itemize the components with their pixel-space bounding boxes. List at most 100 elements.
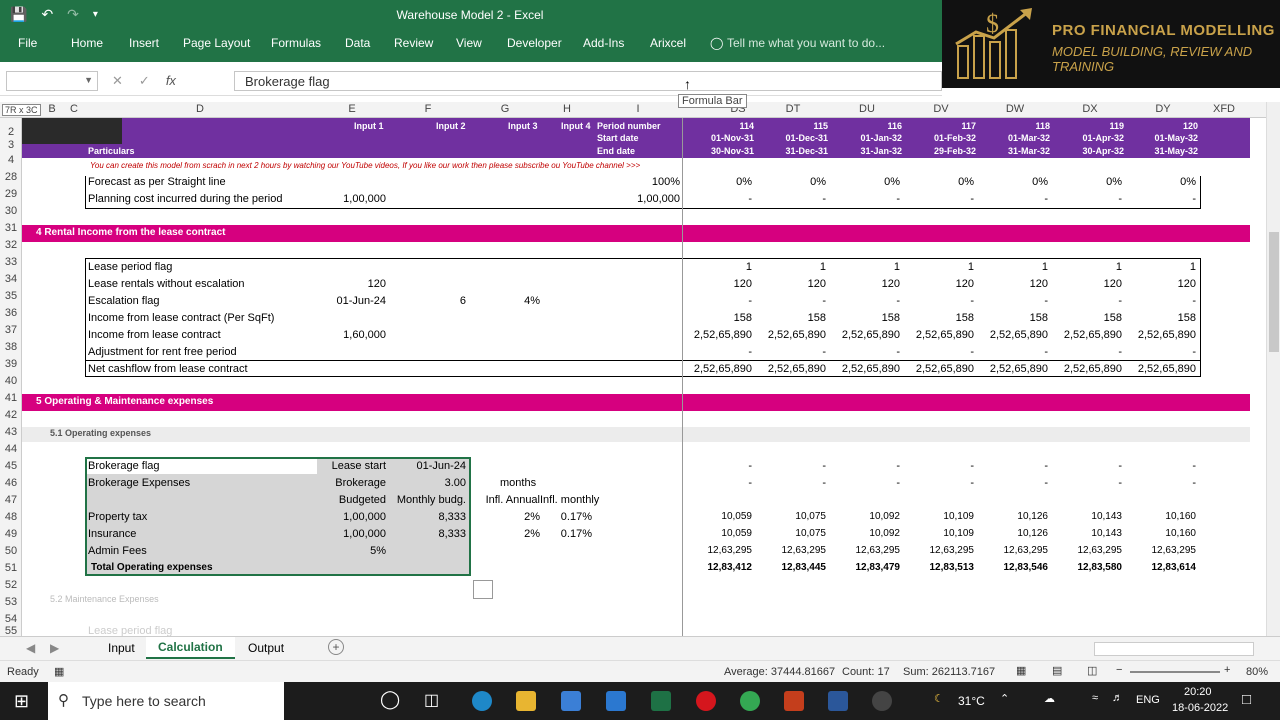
row-header[interactable]: 32	[0, 239, 22, 251]
timeline-cell[interactable]: 1	[674, 261, 752, 273]
row-header[interactable]: 45	[0, 460, 22, 472]
timeline-cell[interactable]: 158	[1044, 312, 1122, 324]
column-header-dy[interactable]: DY	[1133, 103, 1193, 115]
timeline-cell[interactable]: 10,075	[748, 528, 826, 539]
tab-addins[interactable]: Add-Ins	[583, 34, 624, 52]
timeline-cell[interactable]: 12,63,295	[1044, 545, 1123, 556]
sheet-tab-output[interactable]: Output	[236, 641, 296, 655]
timeline-cell[interactable]: -	[1118, 193, 1196, 205]
timeline-cell[interactable]: 0%	[674, 176, 752, 188]
tab-developer[interactable]: Developer	[507, 34, 562, 52]
tab-page-layout[interactable]: Page Layout	[183, 34, 250, 52]
row-label[interactable]: Lease rentals without escalation	[88, 278, 245, 290]
column-header-e[interactable]: E	[317, 103, 387, 115]
row-header[interactable]: 53	[0, 596, 22, 608]
input1-cell[interactable]: 1,00,000	[310, 528, 386, 540]
timeline-cell[interactable]: 10,092	[822, 528, 900, 539]
zoom-out-icon[interactable]: −	[1116, 664, 1122, 676]
row-header[interactable]: 31	[0, 222, 22, 234]
volume-icon[interactable]: ♬	[1112, 692, 1123, 704]
language-indicator[interactable]: ENG	[1136, 694, 1160, 706]
zoom-slider[interactable]	[1130, 671, 1220, 673]
row-header[interactable]: 44	[0, 443, 22, 455]
timeline-cell[interactable]: -	[1118, 346, 1196, 358]
timeline-cell[interactable]: -	[748, 460, 826, 472]
onedrive-icon[interactable]: ☁	[1044, 692, 1055, 705]
timeline-cell[interactable]: 10,143	[1044, 528, 1122, 539]
timeline-cell[interactable]: -	[896, 460, 974, 472]
timeline-cell[interactable]: 0%	[748, 176, 826, 188]
timeline-cell[interactable]: 2,52,65,890	[822, 363, 900, 375]
column-header-dt[interactable]: DT	[763, 103, 823, 115]
period-col-cell[interactable]: 100%	[600, 176, 680, 188]
row-header[interactable]: 4	[0, 154, 22, 166]
input1-cell[interactable]: Lease start	[310, 460, 386, 472]
timeline-cell[interactable]: 2,52,65,890	[970, 329, 1048, 341]
timeline-cell[interactable]: -	[822, 295, 900, 307]
input1-cell[interactable]: 1,00,000	[310, 511, 386, 523]
row-header[interactable]: 50	[0, 545, 22, 557]
column-header-dw[interactable]: DW	[985, 103, 1045, 115]
row-label[interactable]: Net cashflow from lease contract	[88, 363, 248, 375]
timeline-cell[interactable]: -	[1044, 193, 1122, 205]
timeline-cell[interactable]: 1	[896, 261, 974, 273]
timeline-cell[interactable]: 2,52,65,890	[896, 329, 974, 341]
sheet-tab-input[interactable]: Input	[96, 641, 147, 655]
vertical-scrollbar[interactable]	[1266, 102, 1280, 636]
row-header[interactable]: 39	[0, 358, 22, 370]
normal-view-icon[interactable]: ▦	[1016, 664, 1026, 677]
row-header[interactable]: 36	[0, 307, 22, 319]
timeline-cell[interactable]: 1	[1118, 261, 1196, 273]
clock-time[interactable]: 20:20	[1184, 686, 1212, 698]
row-header[interactable]: 43	[0, 426, 22, 438]
timeline-cell[interactable]: -	[896, 477, 974, 489]
row-label[interactable]: Forecast as per Straight line	[88, 176, 226, 188]
input2-cell[interactable]: 6	[392, 295, 466, 307]
timeline-cell[interactable]: 12,63,295	[970, 545, 1049, 556]
cancel-icon[interactable]: ✕	[112, 73, 123, 89]
tray-chevron-icon[interactable]: ⌃	[1000, 692, 1009, 705]
input4-cell[interactable]: Infl. monthly	[540, 494, 599, 506]
quick-analysis-icon[interactable]	[473, 580, 493, 599]
taskbar-search[interactable]: ⚲ Type here to search	[48, 682, 284, 720]
timeline-cell[interactable]: 2,52,65,890	[822, 329, 900, 341]
column-header-c[interactable]: C	[65, 103, 83, 115]
timeline-cell[interactable]: 158	[1118, 312, 1196, 324]
page-break-icon[interactable]: ◫	[1087, 664, 1097, 677]
excel-icon[interactable]	[651, 691, 671, 711]
row-label[interactable]: Income from lease contract	[88, 329, 221, 341]
timeline-cell[interactable]: 158	[748, 312, 826, 324]
opera-icon[interactable]	[696, 691, 716, 711]
timeline-cell[interactable]: -	[896, 295, 974, 307]
add-sheet-icon[interactable]: +	[328, 639, 344, 655]
column-header-dv[interactable]: DV	[911, 103, 971, 115]
chevron-down-icon[interactable]: ▼	[84, 75, 93, 85]
column-header-g[interactable]: G	[475, 103, 535, 115]
timeline-cell[interactable]: -	[1044, 477, 1122, 489]
timeline-cell[interactable]: 0%	[1118, 176, 1196, 188]
timeline-cell[interactable]: 10,143	[1044, 511, 1122, 522]
row-label[interactable]: Planning cost incurred during the period	[88, 193, 282, 205]
timeline-cell[interactable]: -	[674, 477, 752, 489]
row-label[interactable]: Admin Fees	[88, 545, 147, 557]
timeline-cell[interactable]: 10,109	[896, 528, 974, 539]
timeline-cell[interactable]: 10,059	[674, 528, 752, 539]
period-col-cell[interactable]: 1,00,000	[600, 193, 680, 205]
timeline-cell[interactable]: 2,52,65,890	[674, 329, 752, 341]
edge-icon[interactable]	[472, 691, 492, 711]
timeline-cell[interactable]: -	[748, 193, 826, 205]
timeline-cell[interactable]: 1	[1044, 261, 1122, 273]
horizontal-scrollbar[interactable]	[1094, 642, 1254, 656]
tab-data[interactable]: Data	[345, 34, 370, 52]
timeline-cell[interactable]: -	[1118, 295, 1196, 307]
timeline-cell[interactable]: 12,63,295	[1118, 545, 1197, 556]
timeline-cell[interactable]: 12,83,580	[1044, 562, 1123, 573]
timeline-cell[interactable]: -	[674, 295, 752, 307]
timeline-cell[interactable]: 1	[748, 261, 826, 273]
row-label[interactable]: Insurance	[88, 528, 136, 540]
clock-date[interactable]: 18-06-2022	[1172, 702, 1228, 714]
row-header[interactable]: 30	[0, 205, 22, 217]
timeline-cell[interactable]: 2,52,65,890	[1044, 329, 1122, 341]
row-header[interactable]: 41	[0, 392, 22, 404]
tab-insert[interactable]: Insert	[129, 34, 159, 52]
